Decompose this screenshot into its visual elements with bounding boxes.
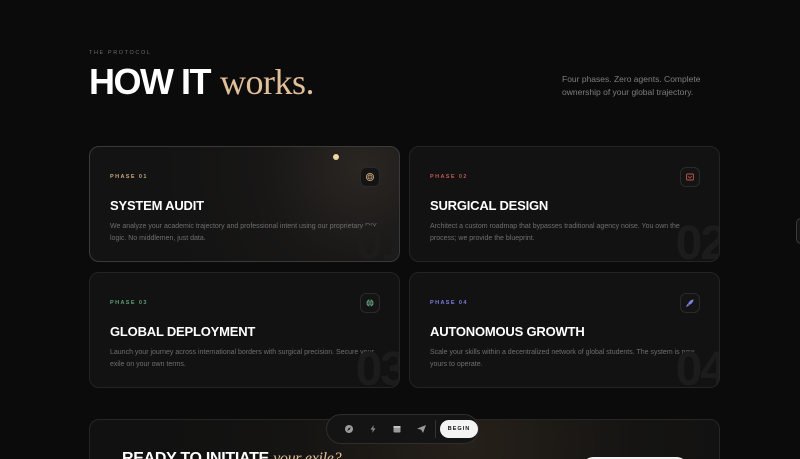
section-eyebrow: THE PROTOCOL [89, 50, 152, 56]
headline-bold: HOW IT [89, 61, 211, 102]
headline-serif: works. [220, 62, 315, 102]
phase-description: Scale your skills within a decentralized… [430, 349, 695, 368]
phase-title: AUTONOMOUS GROWTH [430, 324, 585, 339]
phase-number: 04 [675, 343, 719, 388]
calendar-icon[interactable] [385, 417, 409, 441]
begin-button[interactable]: BEGIN [440, 420, 478, 438]
phase-label: PHASE 02 [430, 174, 468, 180]
phase-description: Launch your journey across international… [110, 349, 374, 368]
phase-number: 02 [675, 217, 719, 262]
compass-icon[interactable] [337, 417, 361, 441]
cta-title-bold: READY TO INITIATE [122, 450, 269, 459]
dock-divider [435, 420, 436, 438]
phase-title: SURGICAL DESIGN [430, 198, 549, 213]
phase-label: PHASE 01 [110, 174, 148, 180]
blueprint-icon [680, 167, 700, 187]
phase-number: 01 [355, 217, 399, 262]
phase-description: Architect a custom roadmap that bypasses… [430, 223, 680, 242]
cursor-dot [333, 154, 339, 160]
cta-title: READY TO INITIATE your exile? [122, 450, 342, 459]
bolt-icon[interactable] [361, 417, 385, 441]
rocket-icon [680, 293, 700, 313]
section-tagline: Four phases. Zero agents. Complete owner… [562, 74, 701, 97]
phase-description: We analyze your academic trajectory and … [110, 223, 377, 242]
phase-label: PHASE 04 [430, 300, 468, 306]
fingerprint-icon [360, 167, 380, 187]
section-headline: HOW IT works. [89, 61, 315, 103]
phase-card-system-audit[interactable]: PHASE 01 SYSTEM AUDIT We analyze your ac… [89, 146, 400, 262]
phase-title: GLOBAL DEPLOYMENT [110, 324, 256, 339]
side-scroll-handle[interactable] [796, 218, 800, 244]
globe-icon [360, 293, 380, 313]
phase-card-global-deployment[interactable]: PHASE 03 GLOBAL DEPLOYMENT Launch your j… [89, 272, 400, 388]
phase-title: SYSTEM AUDIT [110, 198, 204, 213]
send-icon[interactable] [409, 417, 433, 441]
cta-title-serif: your exile? [273, 450, 342, 459]
phase-label: PHASE 03 [110, 300, 148, 306]
phase-card-autonomous-growth[interactable]: PHASE 04 AUTONOMOUS GROWTH Scale your sk… [409, 272, 720, 388]
phase-number: 03 [355, 343, 399, 388]
phase-card-surgical-design[interactable]: PHASE 02 SURGICAL DESIGN Architect a cus… [409, 146, 720, 262]
floating-dock: BEGIN [326, 414, 479, 444]
